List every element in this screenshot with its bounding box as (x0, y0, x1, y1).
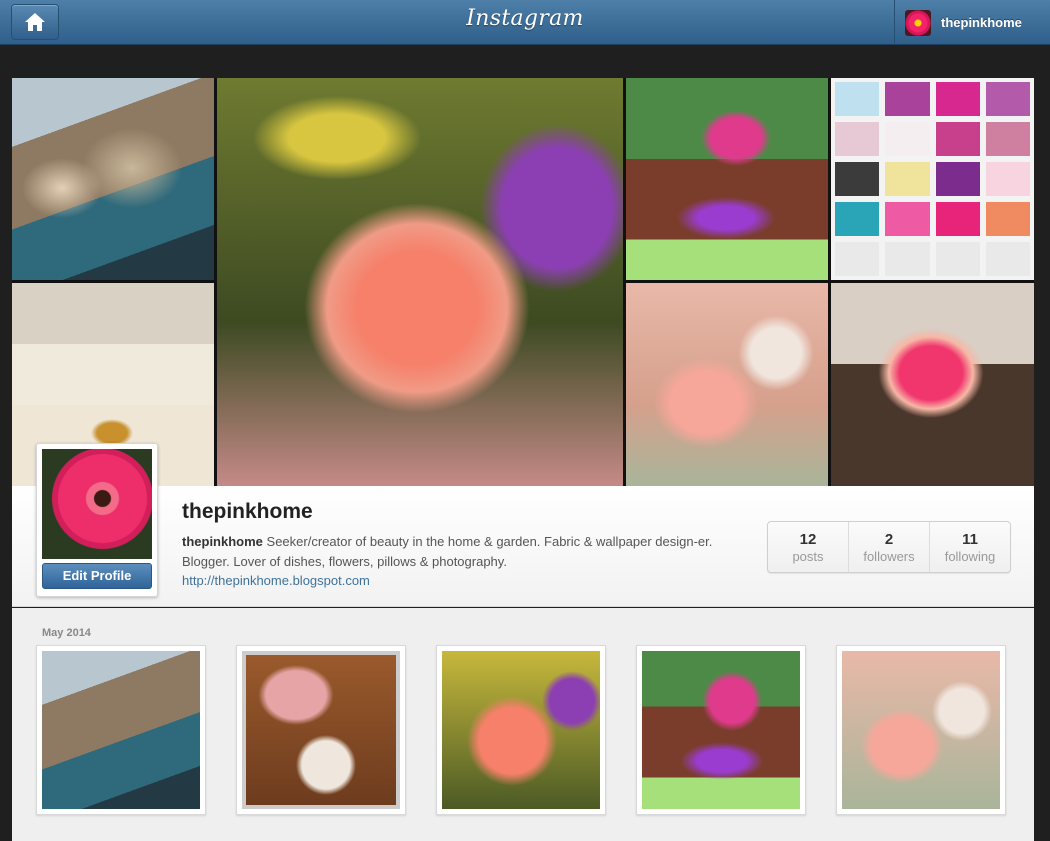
feed-photo[interactable] (236, 645, 406, 815)
stat-value: 2 (884, 531, 894, 548)
stat-label: followers (863, 549, 915, 564)
user-name: thepinkhome (941, 15, 1022, 30)
stat-value: 11 (962, 531, 978, 548)
profile-bio: thepinkhome Seeker/creator of beauty in … (182, 532, 742, 572)
mosaic-photo-chair (626, 78, 828, 280)
profile-avatar[interactable] (42, 449, 152, 559)
feed-month-label: May 2014 (42, 627, 91, 639)
profile-cover-mosaic (12, 78, 1034, 486)
mosaic-photo-roses (626, 283, 828, 486)
stat-posts[interactable]: 12 posts (768, 522, 849, 572)
photo-image (242, 651, 400, 809)
profile-stats: 12 posts 2 followers 11 following (767, 521, 1011, 573)
stat-label: posts (792, 549, 824, 564)
photo-image (442, 651, 600, 809)
feed-photo[interactable] (836, 645, 1006, 815)
bio-name: thepinkhome (182, 534, 263, 549)
user-avatar (905, 9, 931, 36)
feed-photo[interactable] (636, 645, 806, 815)
feed-photo[interactable] (436, 645, 606, 815)
stat-followers[interactable]: 2 followers (849, 522, 930, 572)
instagram-logo: Instagram (466, 6, 584, 31)
mosaic-photo-wallpaper (831, 78, 1034, 280)
mosaic-photo-seashells (12, 78, 214, 280)
stat-following[interactable]: 11 following (930, 522, 1010, 572)
mosaic-photo-gerberas (831, 283, 1034, 486)
stat-label: following (944, 549, 996, 564)
photo-image (642, 651, 800, 809)
user-menu-button[interactable]: thepinkhome (894, 0, 1050, 45)
photo-image (42, 651, 200, 809)
home-button[interactable] (12, 5, 58, 39)
profile-website-link[interactable]: http://thepinkhome.blogspot.com (182, 573, 370, 588)
top-bar: Instagram thepinkhome (0, 0, 1050, 45)
home-icon (25, 13, 45, 31)
mosaic-photo-carnation (217, 78, 623, 486)
photo-image (842, 651, 1000, 809)
edit-profile-button[interactable]: Edit Profile (42, 563, 152, 589)
profile-avatar-card: Edit Profile (36, 443, 158, 597)
feed-photo[interactable] (36, 645, 206, 815)
profile-username: thepinkhome (182, 500, 313, 523)
stat-value: 12 (799, 531, 817, 548)
